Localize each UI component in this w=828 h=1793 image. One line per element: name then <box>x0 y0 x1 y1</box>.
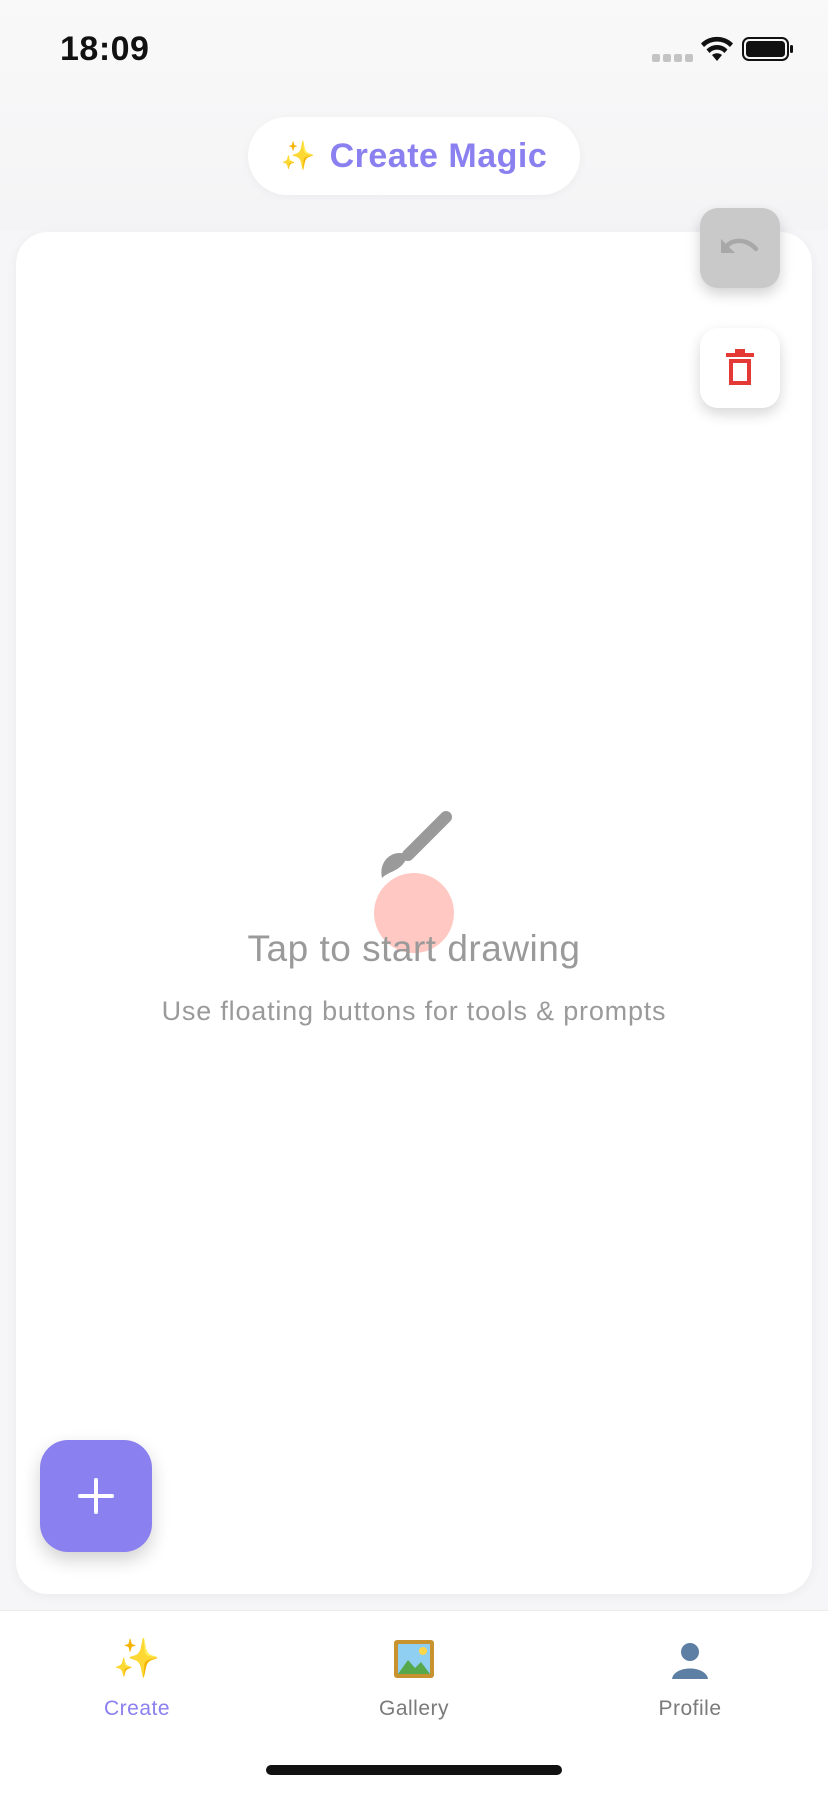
trash-icon <box>726 349 754 385</box>
undo-button[interactable] <box>700 208 780 288</box>
status-time: 18:09 <box>60 30 150 68</box>
add-button[interactable] <box>40 1440 152 1552</box>
undo-icon <box>721 238 759 253</box>
status-bar: 18:09 <box>0 0 828 100</box>
person-icon <box>662 1631 718 1687</box>
page-title: Create Magic <box>329 136 548 175</box>
plus-icon <box>78 1478 114 1514</box>
battery-icon <box>742 37 793 61</box>
home-indicator <box>266 1765 562 1775</box>
tab-create[interactable]: ✨ Create <box>57 1631 217 1731</box>
tab-profile-label: Profile <box>658 1697 722 1720</box>
tab-gallery-label: Gallery <box>378 1697 450 1720</box>
tab-profile[interactable]: Profile <box>610 1631 770 1731</box>
wifi-icon <box>701 36 733 61</box>
create-magic-title: ✨ Create Magic <box>248 117 580 195</box>
empty-state-title: Tap to start drawing <box>247 928 581 969</box>
clear-canvas-button[interactable] <box>700 328 780 408</box>
tab-create-label: Create <box>103 1697 171 1720</box>
cellular-signal-icon <box>652 54 693 62</box>
picture-icon <box>386 1631 442 1687</box>
sparkles-icon: ✨ <box>280 140 316 171</box>
empty-state: Tap to start drawing Use floating button… <box>0 800 828 1040</box>
empty-state-subtitle: Use floating buttons for tools & prompts <box>161 996 667 1026</box>
tab-gallery[interactable]: Gallery <box>334 1631 494 1731</box>
sparkles-icon: ✨ <box>113 1638 161 1680</box>
